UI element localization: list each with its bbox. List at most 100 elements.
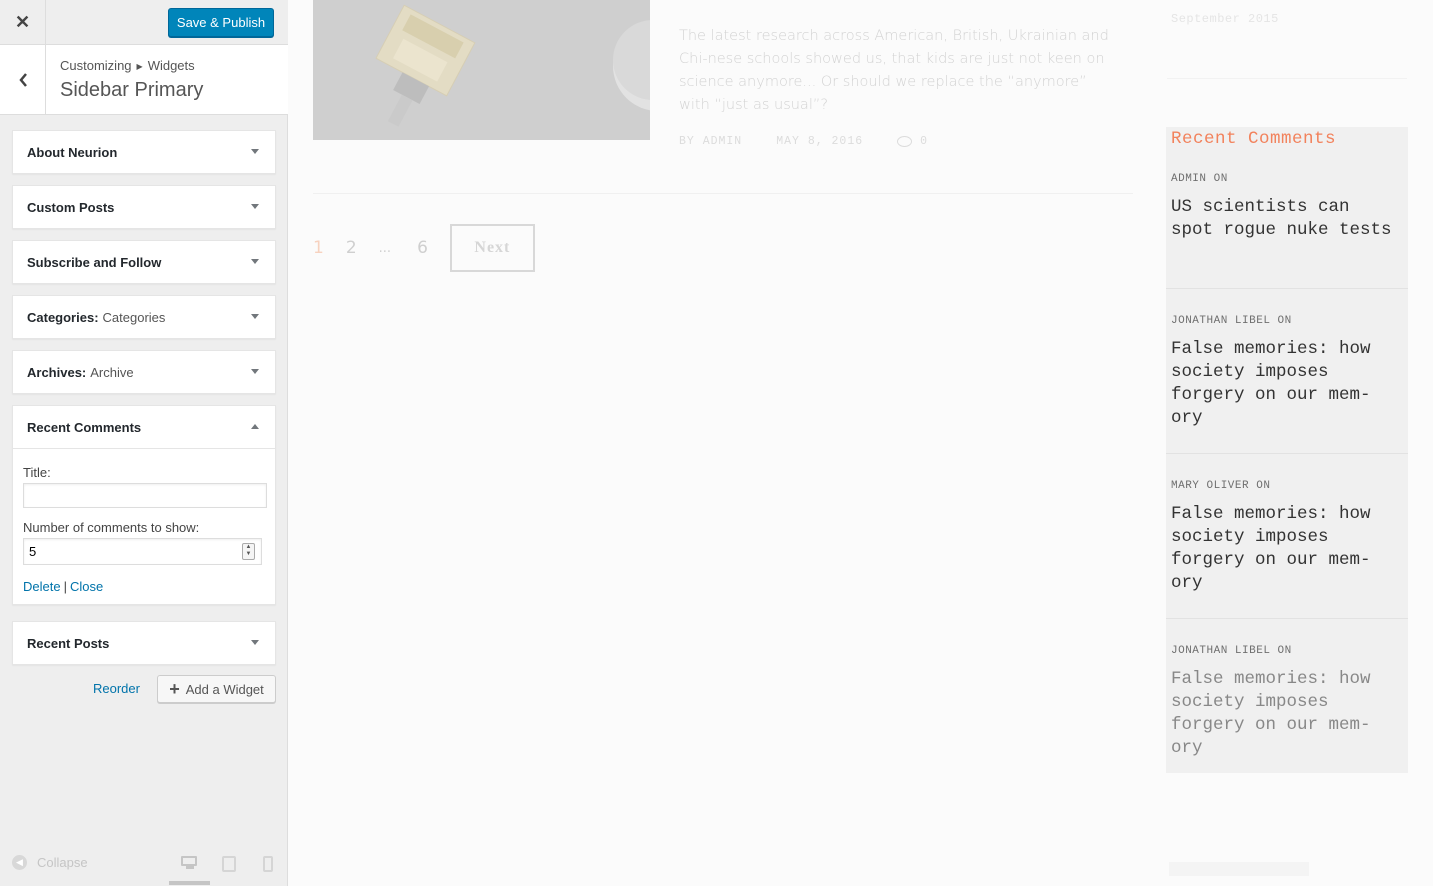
close-icon: ✕ <box>14 12 31 32</box>
close-link[interactable]: Close <box>70 579 103 594</box>
widget-custom-posts: Custom Posts <box>12 185 276 229</box>
widget-categories: Categories: Categories <box>12 295 276 339</box>
section-header: Customizing ▶ Widgets Sidebar Primary <box>0 45 288 115</box>
close-customizer-button[interactable]: ✕ <box>0 0 46 45</box>
comment-count: 0 <box>920 135 929 148</box>
post-divider <box>313 193 1133 194</box>
number-label: Number of comments to show: <box>23 520 200 535</box>
widget-subtitle: Categories <box>102 309 166 325</box>
page-link-2[interactable]: 2 <box>346 238 357 258</box>
back-button[interactable] <box>0 45 46 114</box>
widget-header[interactable]: Subscribe and Follow <box>13 241 275 283</box>
comment-post-link[interactable]: False memories: how society imposes forg… <box>1171 668 1401 760</box>
widget-actions: Delete | Close <box>23 579 265 594</box>
widget-title: Subscribe and Follow <box>27 254 162 270</box>
satellite-image <box>313 0 650 140</box>
expand-arrow-icon[interactable] <box>251 369 259 374</box>
comment-post-link[interactable]: US scientists can spot rogue nuke tests <box>1171 196 1401 242</box>
pagination: 1 2 ... 6 Next <box>313 224 535 272</box>
desktop-preview-icon[interactable] <box>181 856 199 869</box>
comment-divider <box>1166 618 1408 619</box>
widget-title: Recent Comments <box>27 419 142 435</box>
expand-arrow-icon[interactable] <box>251 640 259 645</box>
widget-header[interactable]: Archives: Archive <box>13 351 275 393</box>
comment-author[interactable]: JONATHAN LIBEL ON <box>1171 315 1292 327</box>
collapse-arrow-icon: ◀ <box>12 855 27 870</box>
next-page-button[interactable]: Next <box>449 224 535 272</box>
collapse-button[interactable]: ◀ Collapse <box>12 855 88 870</box>
post-thumbnail[interactable] <box>313 0 650 140</box>
faded-widget-title <box>1169 862 1309 876</box>
post-excerpt: The latest research across American, Bri… <box>679 28 1109 113</box>
widget-title: Archives: <box>27 364 87 380</box>
section-title: Sidebar Primary <box>60 79 204 101</box>
widget-about-neurion: About Neurion <box>12 130 276 174</box>
collapse-arrow-icon[interactable] <box>251 424 259 429</box>
comment-post-link[interactable]: False memories: how society imposes forg… <box>1171 503 1401 595</box>
customizer-header: ✕ Save & Publish <box>0 0 288 45</box>
separator-pipe: | <box>63 579 67 594</box>
comment-divider <box>1166 288 1408 289</box>
title-label: Title: <box>23 465 51 480</box>
widget-form: Title: Number of comments to show: 5 ▲ ▼ … <box>13 448 275 604</box>
title-input[interactable] <box>23 483 267 508</box>
breadcrumb-root: Customizing <box>60 58 132 73</box>
post-meta: BY ADMIN MAY 8, 2016 0 <box>679 135 928 148</box>
expand-arrow-icon[interactable] <box>251 149 259 154</box>
widget-title: Recent Posts <box>27 635 110 651</box>
chevron-left-icon <box>18 72 27 87</box>
page-link-last[interactable]: 6 <box>417 238 428 258</box>
sidebar-divider <box>1167 78 1407 79</box>
page-ellipsis: ... <box>378 240 392 256</box>
post-comments[interactable]: 0 <box>897 135 928 148</box>
widget-header[interactable]: Custom Posts <box>13 186 275 228</box>
expand-arrow-icon[interactable] <box>251 314 259 319</box>
add-widget-label: Add a Widget <box>185 681 264 697</box>
widget-subtitle: Archive <box>90 364 134 380</box>
widget-title: Categories: <box>27 309 99 325</box>
recent-comments-title: Recent Comments <box>1171 129 1337 149</box>
active-device-indicator <box>169 881 210 885</box>
number-spinner[interactable]: ▲ ▼ <box>242 543 255 560</box>
add-widget-button[interactable]: + Add a Widget <box>157 675 276 703</box>
customizer-sidebar: ✕ Save & Publish Customizing ▶ Widgets Sid… <box>0 0 288 886</box>
widget-header[interactable]: Categories: Categories <box>13 296 275 338</box>
breadcrumb: Customizing ▶ Widgets <box>60 58 195 73</box>
breadcrumb-leaf: Widgets <box>147 58 195 73</box>
widget-title: Custom Posts <box>27 199 115 215</box>
page-current: 1 <box>313 238 324 258</box>
widget-header[interactable]: Recent Comments <box>13 406 275 448</box>
widget-title: About Neurion <box>27 144 118 160</box>
expand-arrow-icon[interactable] <box>251 204 259 209</box>
widget-header[interactable]: About Neurion <box>13 131 275 173</box>
mobile-preview-icon[interactable] <box>263 856 273 872</box>
reorder-link[interactable]: Reorder <box>93 681 140 696</box>
post-date: MAY 8, 2016 <box>776 135 864 148</box>
comment-divider <box>1166 453 1408 454</box>
comment-author[interactable]: ADMIN ON <box>1171 173 1228 185</box>
archive-date[interactable]: September 2015 <box>1171 12 1279 26</box>
comment-author[interactable]: MARY OLIVER ON <box>1171 480 1270 492</box>
site-preview: The latest research across American, Bri… <box>289 0 1433 886</box>
number-value: 5 <box>29 544 37 559</box>
widget-subscribe-follow: Subscribe and Follow <box>12 240 276 284</box>
breadcrumb-arrow-icon: ▶ <box>136 62 143 71</box>
post-author[interactable]: BY ADMIN <box>679 135 742 148</box>
widget-header[interactable]: Recent Posts <box>13 622 275 664</box>
widget-recent-posts: Recent Posts <box>12 621 276 665</box>
number-of-comments-input[interactable]: 5 ▲ ▼ <box>23 538 262 565</box>
expand-arrow-icon[interactable] <box>251 259 259 264</box>
widget-recent-comments: Recent Comments Title: Number of comment… <box>12 405 276 605</box>
customizer-window: ✕ Save & Publish Customizing ▶ Widgets Sid… <box>0 0 1433 886</box>
plus-icon: + <box>169 678 180 699</box>
comment-post-link[interactable]: False memories: how society imposes forg… <box>1171 338 1401 430</box>
tablet-preview-icon[interactable] <box>222 856 236 872</box>
customizer-footer: ◀ Collapse <box>0 840 288 886</box>
save-publish-button[interactable]: Save & Publish <box>168 8 274 37</box>
delete-link[interactable]: Delete <box>23 579 61 594</box>
collapse-label: Collapse <box>37 855 88 870</box>
comment-bubble-icon <box>897 136 913 147</box>
comment-author[interactable]: JONATHAN LIBEL ON <box>1171 645 1292 657</box>
widget-archives: Archives: Archive <box>12 350 276 394</box>
recent-comments-widget: Recent Comments ADMIN ON US scientists c… <box>1166 127 1408 773</box>
